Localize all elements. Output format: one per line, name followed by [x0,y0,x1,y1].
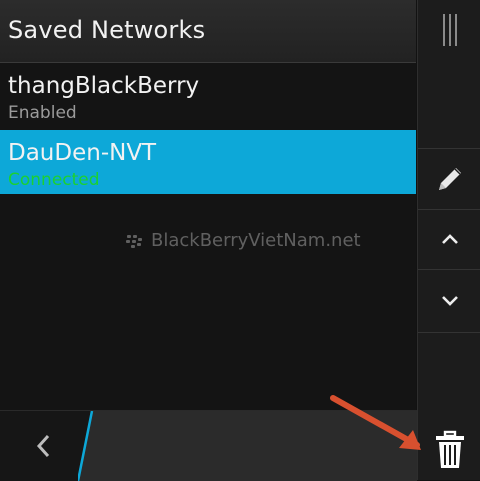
delete-button[interactable] [418,420,480,480]
divider [418,148,480,149]
network-name: thangBlackBerry [8,73,200,99]
main-content: Saved Networks thangBlackBerry Enabled D… [0,0,416,410]
move-up-button[interactable] [418,210,480,268]
saved-networks-list: thangBlackBerry Enabled DauDen-NVT Conne… [0,63,416,194]
watermark-text: BlackBerryVietNam.net [151,230,361,251]
title-bar: Saved Networks [0,0,416,63]
trash-icon [435,430,464,468]
chevron-up-icon [441,234,458,244]
edit-button[interactable] [418,150,480,208]
network-item-selected[interactable]: DauDen-NVT Connected [0,130,416,194]
chevron-left-icon [36,434,49,458]
watermark: BlackBerryVietNam.net [125,230,361,251]
page-title: Saved Networks [8,16,206,44]
network-status: Enabled [8,103,77,123]
bottom-bar [0,410,417,481]
back-button[interactable] [0,411,85,481]
chevron-down-icon [441,296,458,306]
overflow-handle-icon [442,14,457,46]
bottom-bar-panel [78,411,417,481]
action-bar [417,0,480,480]
move-down-button[interactable] [418,270,480,332]
network-name: DauDen-NVT [8,140,157,166]
overflow-handle[interactable] [418,10,480,50]
pencil-icon [438,168,461,190]
network-status: Connected [8,170,100,190]
network-item[interactable]: thangBlackBerry Enabled [0,63,416,127]
divider [418,332,480,333]
blackberry-logo-icon [126,234,142,248]
